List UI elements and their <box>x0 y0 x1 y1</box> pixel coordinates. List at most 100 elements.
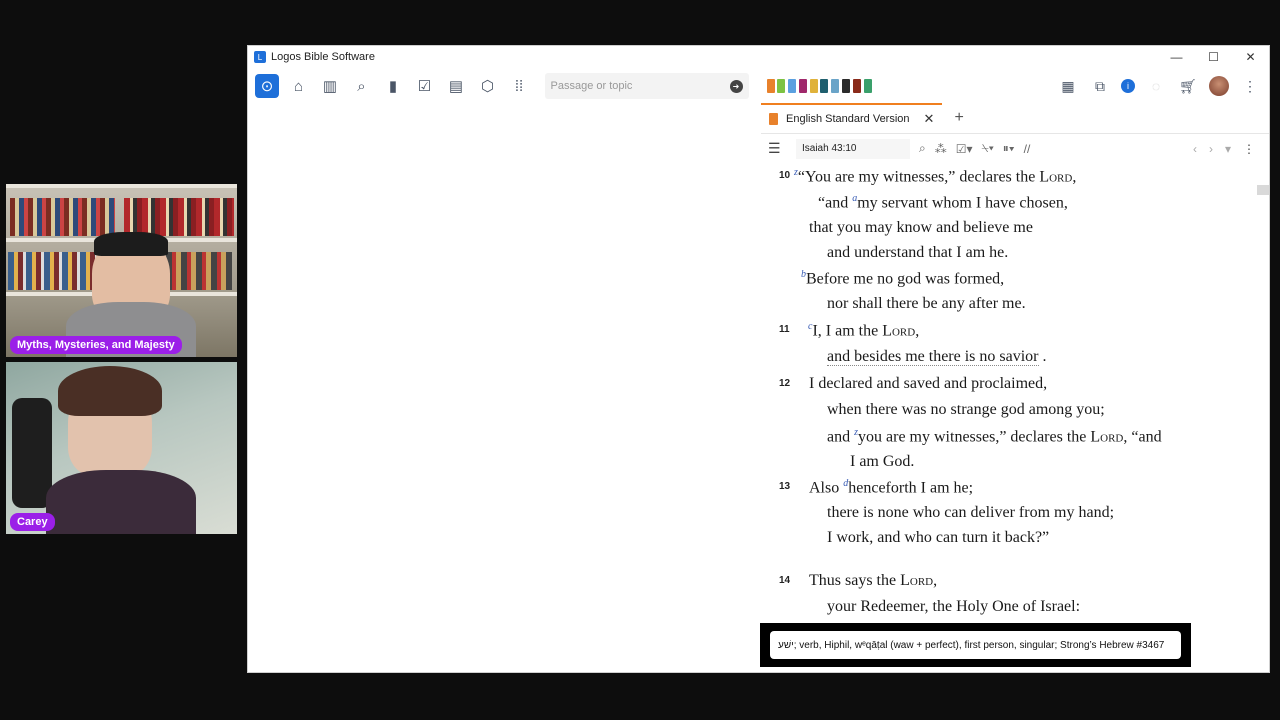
checklist-icon[interactable]: ☑ <box>413 74 437 98</box>
library-icon[interactable]: ▥ <box>318 74 342 98</box>
add-tab-icon[interactable]: + <box>954 109 963 127</box>
home-icon[interactable]: ⌂ <box>287 74 311 98</box>
tab-esv[interactable]: English Standard Version ✕ <box>761 103 943 133</box>
verse-text: nor shall there be any after me. <box>827 295 1026 312</box>
user-avatar-icon[interactable] <box>1209 76 1229 96</box>
verse-text: my servant whom I have chosen, <box>857 194 1068 212</box>
favorite-book-icon[interactable] <box>777 79 786 93</box>
shield-icon[interactable]: ⬡ <box>476 74 500 98</box>
verse-text: and <box>827 428 855 446</box>
verse-text: “You are my witnesses,” declares the <box>797 168 1040 186</box>
favorite-book-icon[interactable] <box>798 79 807 93</box>
info-icon[interactable]: i <box>1121 79 1135 93</box>
verse-text: . <box>1038 348 1047 365</box>
visual-filter-icon[interactable]: ⁂ <box>935 142 947 156</box>
verse-text: , <box>1072 168 1077 186</box>
verse-text: henceforth I am he; <box>848 479 974 497</box>
popout-icon[interactable]: ⧉ <box>1089 75 1111 97</box>
tab-label: English Standard Version <box>786 113 910 125</box>
favorite-book-icon[interactable] <box>809 79 818 93</box>
bible-text: 10 z“You are my witnesses,” declares the … <box>761 167 1255 627</box>
parallel-icon[interactable]: // <box>1024 142 1031 156</box>
verse-line: Thus says the Lord, <box>809 572 937 590</box>
favorite-books <box>766 79 875 93</box>
verse-text: Thus says the <box>809 572 901 589</box>
verse-line: and zyou are my witnesses,” declares the… <box>827 427 1162 446</box>
verse-text: I, I am the <box>812 322 883 340</box>
verse-text: you are my witnesses,” declares the <box>858 428 1091 446</box>
window-title: Logos Bible Software <box>271 51 375 63</box>
search-icon[interactable]: ⌕ <box>350 74 374 98</box>
verse-line: I work, and who can turn it back?” <box>827 529 1049 547</box>
verse-text: Before me no god was formed, <box>806 270 1005 288</box>
cart-icon[interactable]: 🛒︎ <box>1177 75 1199 97</box>
history-icon[interactable]: ▾ <box>1225 142 1231 156</box>
verse-line: Also dhenceforth I am he; <box>809 478 973 497</box>
morphology-tooltip: ישׁע; verb, Hiphil, wᵉqāṭal (waw + perfe… <box>760 623 1191 667</box>
verse-text: I am God. <box>850 453 915 470</box>
bible-panel: English Standard Version ✕ + ☰ Isaiah 43… <box>761 103 1269 672</box>
go-arrow-icon[interactable]: ➜ <box>729 79 743 93</box>
logos-logo-icon: L <box>254 51 266 63</box>
verse-text: , <box>933 572 938 589</box>
close-button[interactable]: ✕ <box>1232 50 1269 64</box>
favorite-book-icon[interactable] <box>852 79 861 93</box>
verse-line: and understand that I am he. <box>827 244 1008 262</box>
divine-name: Lord <box>1090 428 1124 446</box>
webcam-host: Myths, Mysteries, and Majesty <box>6 184 237 357</box>
scrollbar[interactable] <box>1257 167 1269 667</box>
panel-more-icon[interactable]: ⋮ <box>1243 142 1255 156</box>
verse-line: your Redeemer, the Holy One of Israel: <box>827 598 1080 616</box>
verse-text: , <box>915 322 920 340</box>
interlinear-icon[interactable]: ⍀▾ <box>982 141 994 156</box>
verse-line: when there was no strange god among you; <box>827 401 1105 419</box>
verse-text: there is none who can deliver from my ha… <box>827 504 1115 521</box>
maximize-button[interactable]: ☐ <box>1195 50 1232 64</box>
back-icon[interactable]: ‹ <box>1193 142 1197 156</box>
bible-icon[interactable]: ▮ <box>381 74 405 98</box>
panel-tabbar: English Standard Version ✕ + <box>761 103 1269 134</box>
favorite-book-icon[interactable] <box>820 79 829 93</box>
columns-icon[interactable]: ⏸▾ <box>1003 141 1015 156</box>
logos-home-icon[interactable]: ⊙ <box>255 74 279 98</box>
verse-number: 12 <box>779 378 791 389</box>
forward-icon[interactable]: › <box>1209 142 1213 156</box>
favorite-book-icon[interactable] <box>831 79 840 93</box>
verse-line: I am God. <box>850 453 914 471</box>
verse-text: , “and <box>1123 428 1162 446</box>
close-tab-icon[interactable]: ✕ <box>924 111 935 127</box>
verse-number: 14 <box>779 575 791 586</box>
guest-shirt <box>46 470 196 534</box>
favorite-book-icon[interactable] <box>788 79 797 93</box>
title-bar: L Logos Bible Software — ☐ ✕ <box>248 46 1269 68</box>
verse-line: bBefore me no god was formed, <box>801 269 1004 288</box>
verse-text: your Redeemer, the Holy One of Israel: <box>827 598 1081 615</box>
favorite-book-icon[interactable] <box>863 79 872 93</box>
minimize-button[interactable]: — <box>1158 50 1195 64</box>
verse-line: that you may know and believe me <box>809 219 1033 237</box>
verse-line: nor shall there be any after me. <box>827 295 1026 313</box>
verse-line: z“You are my witnesses,” declares the Lo… <box>794 167 1076 186</box>
find-icon[interactable]: ⌕ <box>919 141 926 156</box>
verse-text: when there was no strange god among you; <box>827 401 1105 418</box>
apps-grid-icon[interactable]: ⁞⁞ <box>507 74 531 98</box>
verse-line: I declared and saved and proclaimed, <box>809 375 1047 393</box>
layout-icon[interactable]: ▦ <box>1057 75 1079 97</box>
favorite-book-icon[interactable] <box>766 79 775 93</box>
verse-text: and understand that I am he. <box>827 244 1009 261</box>
microphone <box>12 398 52 508</box>
highlight-icon[interactable]: ☑▾ <box>956 142 973 156</box>
more-icon[interactable]: ⋮ <box>1239 75 1261 97</box>
favorite-book-icon[interactable] <box>842 79 851 93</box>
menu-icon[interactable]: ☰ <box>768 140 786 157</box>
verse-line: and besides me there is no savior . <box>827 348 1047 366</box>
sync-icon[interactable]: ◌ <box>1145 75 1167 97</box>
passage-search-input[interactable]: Passage or topic ➜ <box>544 73 749 99</box>
scrollbar-thumb[interactable] <box>1257 185 1269 195</box>
verse-text: and besides me there is no savior <box>827 348 1039 366</box>
reference-value: Isaiah 43:10 <box>802 143 857 154</box>
hair <box>58 366 162 416</box>
document-icon[interactable]: ▤ <box>444 74 468 98</box>
divine-name: Lord <box>1039 168 1073 186</box>
reference-input[interactable]: Isaiah 43:10 <box>796 138 910 159</box>
